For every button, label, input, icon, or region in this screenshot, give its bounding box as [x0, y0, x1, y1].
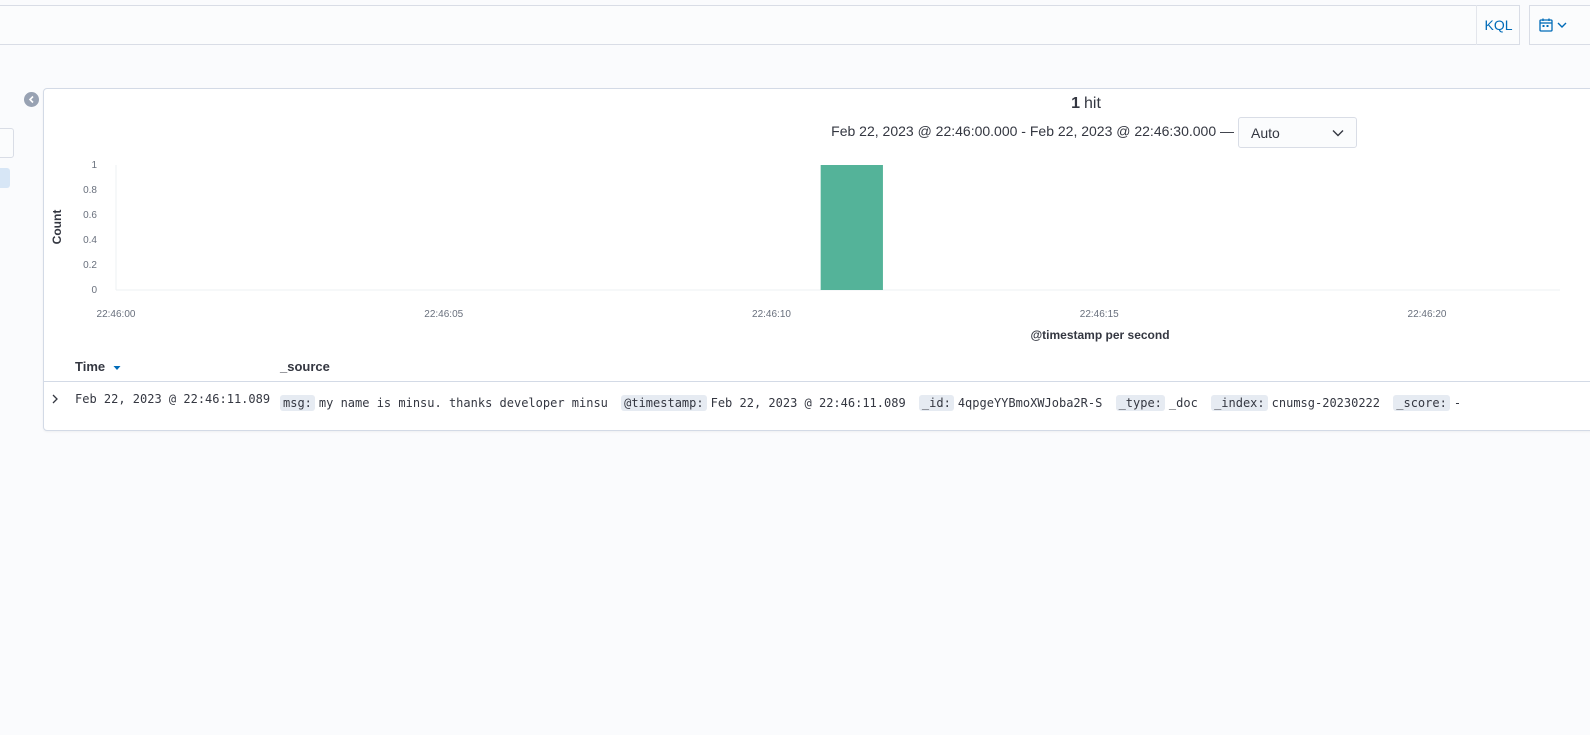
column-header-time-label: Time	[75, 359, 106, 374]
row-source-cell: msg: my name is minsu. thanks developer m…	[280, 394, 1467, 412]
field-key: msg:	[280, 395, 315, 411]
date-picker-button[interactable]	[1529, 5, 1590, 45]
field-key: @timestamp:	[621, 395, 707, 411]
interval-value: Auto	[1251, 125, 1280, 141]
column-header-time[interactable]: Time	[75, 359, 121, 374]
results-panel	[43, 88, 1590, 431]
chevron-down-icon	[1332, 130, 1344, 137]
expand-row-button[interactable]	[50, 392, 62, 406]
header-divider	[43, 381, 1590, 382]
field-key: _id:	[918, 395, 954, 411]
hits-summary: 1 hit	[1020, 95, 1152, 113]
field-key: _type:	[1115, 395, 1165, 411]
column-header-source: _source	[280, 359, 330, 374]
query-input-bar[interactable]	[0, 5, 1520, 45]
collapse-sidebar-button[interactable]	[24, 92, 39, 107]
field-value: -	[1453, 396, 1462, 410]
field-value: Feb 22, 2023 @ 22:46:11.089	[710, 396, 906, 410]
sidebar-field-search-input[interactable]	[0, 128, 14, 158]
sort-descending-icon[interactable]	[113, 365, 121, 371]
row-time-cell: Feb 22, 2023 @ 22:46:11.089	[75, 392, 271, 406]
sidebar-filter-badge[interactable]	[0, 168, 10, 188]
hits-label: hit	[1084, 95, 1101, 112]
field-value: cnumsg-20230222	[1271, 396, 1381, 410]
field-value: _doc	[1168, 396, 1198, 410]
time-range-label: Feb 22, 2023 @ 22:46:00.000 - Feb 22, 20…	[831, 123, 1234, 139]
field-value: my name is minsu. thanks developer minsu	[318, 396, 608, 410]
chevron-down-icon	[1557, 22, 1567, 28]
interval-select[interactable]: Auto	[1238, 117, 1357, 148]
query-language-button[interactable]: KQL	[1476, 5, 1520, 45]
chevron-right-icon	[52, 394, 58, 404]
chevron-left-icon	[28, 95, 34, 104]
calendar-icon	[1539, 18, 1553, 32]
hits-count: 1	[1071, 95, 1080, 112]
field-key: _index:	[1211, 395, 1268, 411]
field-key: _score:	[1393, 395, 1450, 411]
field-value: 4qpgeYYBmoXWJoba2R-S	[957, 396, 1103, 410]
